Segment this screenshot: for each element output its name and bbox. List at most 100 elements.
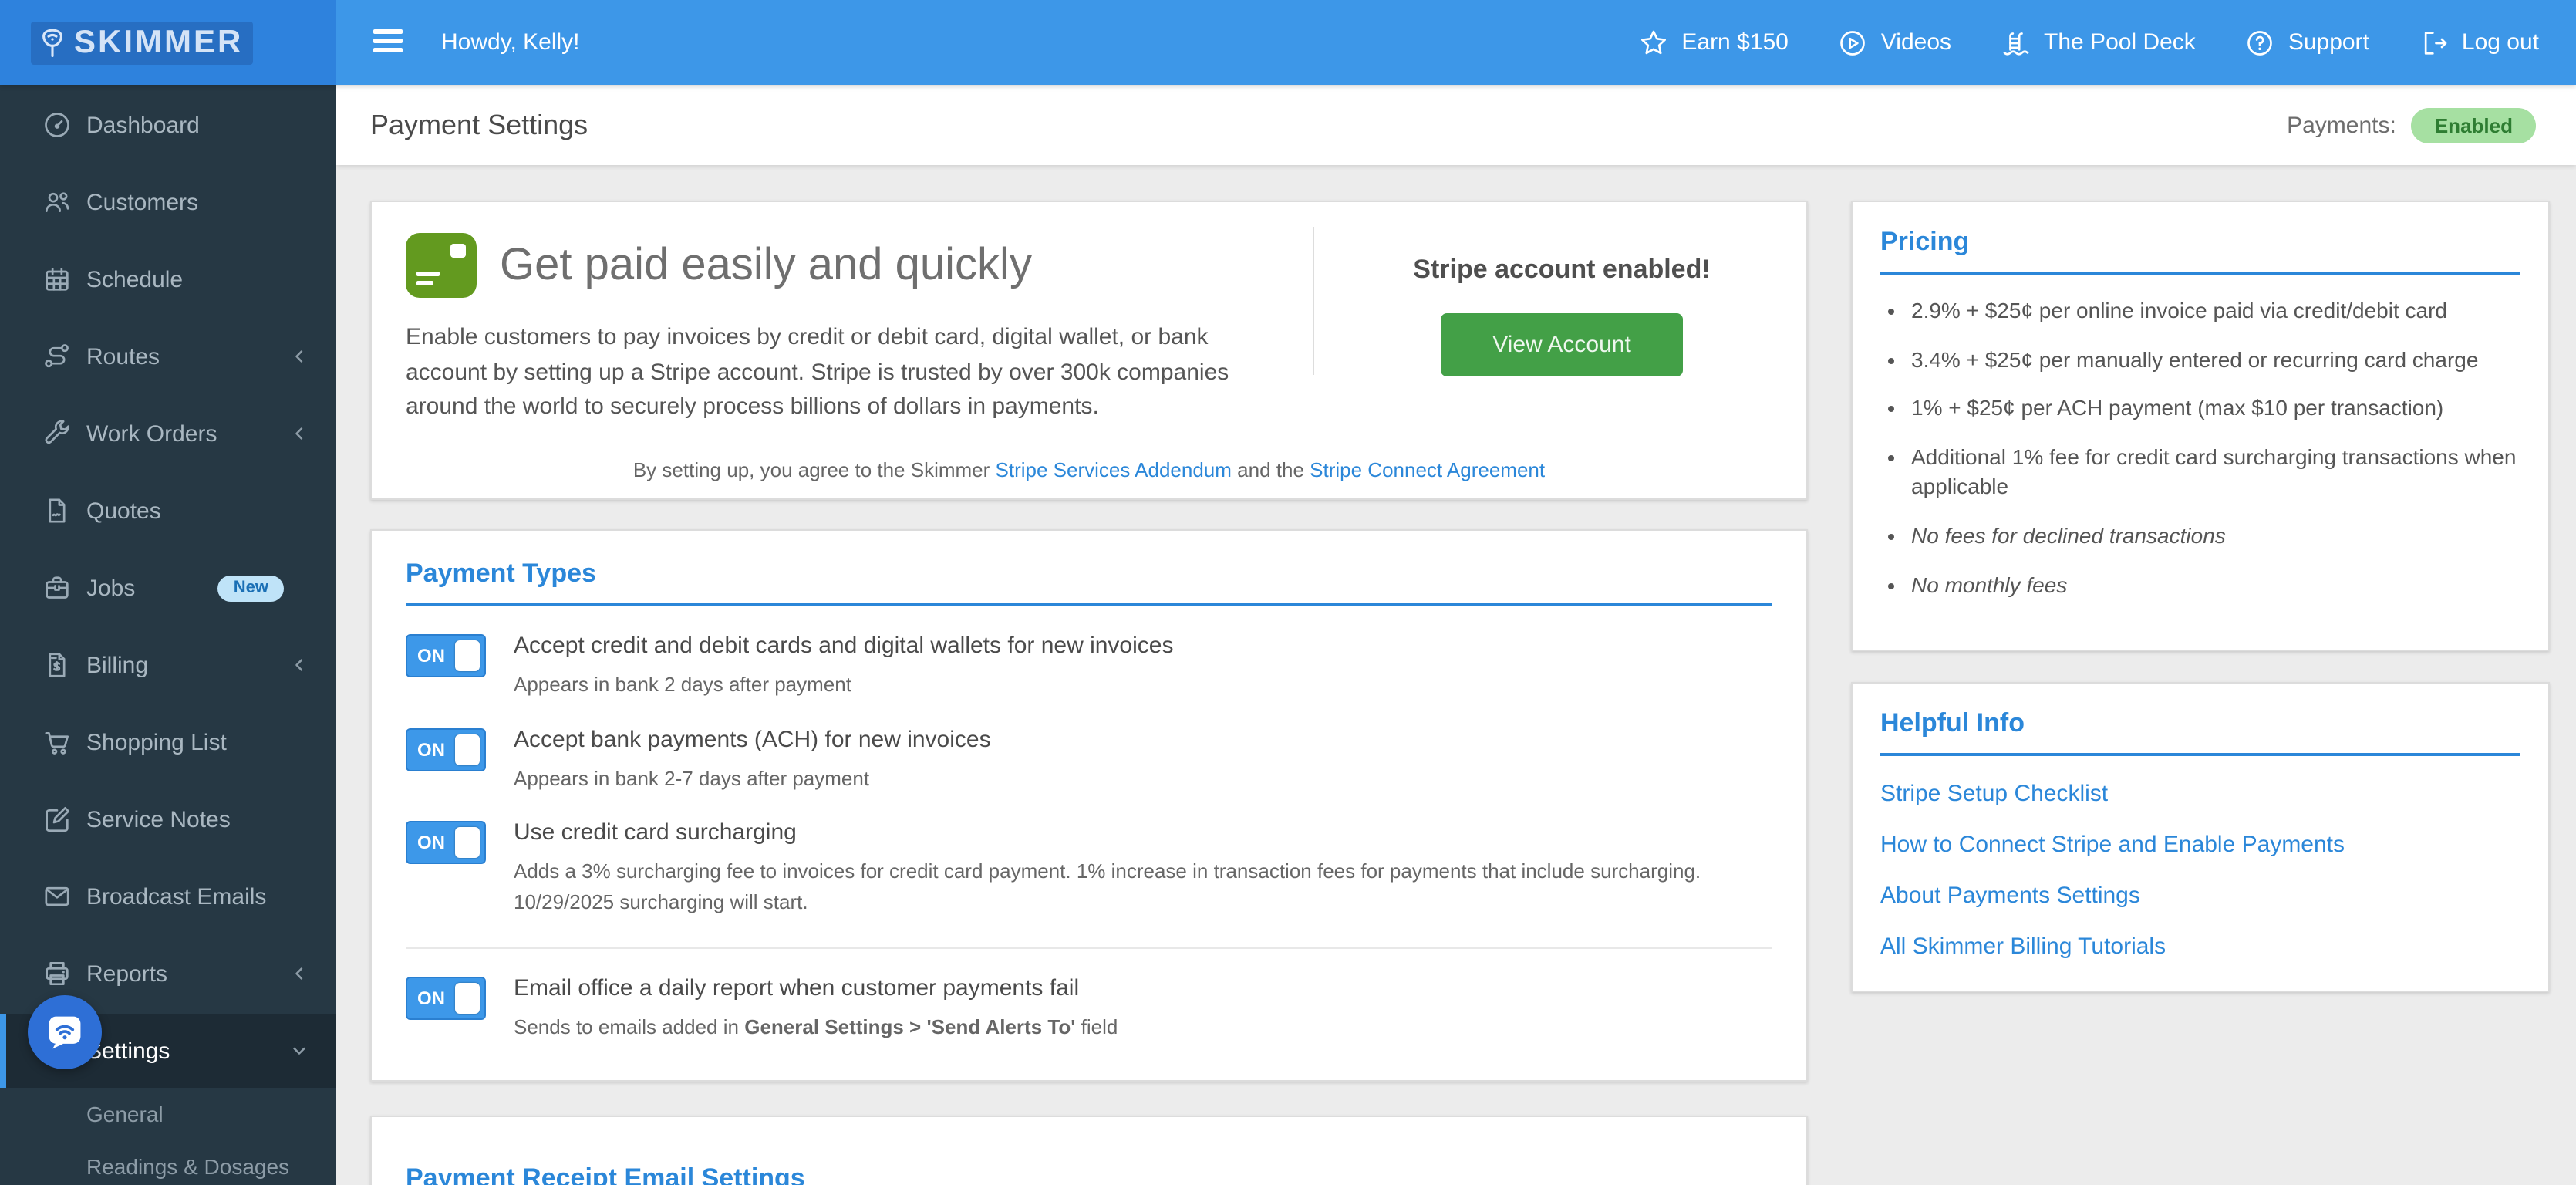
pool-ladder-icon xyxy=(2003,32,2029,55)
toggle-label: Accept credit and debit cards and digita… xyxy=(514,633,1174,659)
payment-type-row: ON Email office a daily report when cust… xyxy=(406,975,1772,1042)
chevron-left-icon xyxy=(288,423,310,444)
chat-launcher-button[interactable] xyxy=(28,995,102,1069)
help-circle-icon xyxy=(2247,30,2273,55)
skimmer-net-icon xyxy=(35,25,69,59)
pool-deck-button[interactable]: The Pool Deck xyxy=(2001,27,2196,58)
pricing-bullet: 3.4% + $25¢ per manually entered or recu… xyxy=(1911,345,2520,375)
stripe-connect-agreement-link[interactable]: Stripe Connect Agreement xyxy=(1310,458,1545,481)
hamburger-menu-icon[interactable] xyxy=(373,29,403,54)
page-header: Payment Settings Payments: Enabled xyxy=(336,85,2576,165)
toggle-label: Email office a daily report when custome… xyxy=(514,975,1080,1001)
cards-wallets-toggle[interactable]: ON xyxy=(406,634,486,677)
payment-type-row: ON Use credit card surcharging Adds a 3%… xyxy=(406,819,1772,917)
sidebar-subitem-readings-dosages[interactable]: Readings & Dosages xyxy=(0,1140,336,1185)
payment-type-row: ON Accept bank payments (ACH) for new in… xyxy=(406,726,1772,793)
pricing-bullet: 1% + $25¢ per ACH payment (max $10 per t… xyxy=(1911,393,2520,424)
row-divider xyxy=(406,947,1772,949)
pricing-heading: Pricing xyxy=(1880,227,1970,256)
credit-card-icon xyxy=(406,233,477,298)
stripe-services-addendum-link[interactable]: Stripe Services Addendum xyxy=(996,458,1232,481)
sidebar-item-jobs[interactable]: Jobs New xyxy=(0,551,336,625)
sidebar-item-shopping-list[interactable]: Shopping List xyxy=(0,705,336,779)
toggle-description: Sends to emails added in General Setting… xyxy=(514,1015,1118,1038)
section-divider xyxy=(1880,272,2520,275)
pricing-bullet: No fees for declined transactions xyxy=(1911,522,2520,552)
payment-types-heading: Payment Types xyxy=(406,559,596,588)
topbar-nav: Earn $150 Videos The Pool Deck Support L… xyxy=(1638,0,2539,85)
support-button[interactable]: Support xyxy=(2245,27,2369,58)
pricing-card: Pricing 2.9% + $25¢ per online invoice p… xyxy=(1851,201,2550,652)
sidebar-item-quotes[interactable]: Quotes xyxy=(0,474,336,548)
toggle-description: Appears in bank 2 days after payment xyxy=(514,673,851,696)
user-greeting: Howdy, Kelly! xyxy=(441,29,580,56)
section-divider xyxy=(406,603,1772,606)
quotes-icon xyxy=(42,495,72,526)
logout-button[interactable]: Log out xyxy=(2419,27,2539,58)
customers-icon xyxy=(42,187,72,218)
toggle-description: Adds a 3% surcharging fee to invoices fo… xyxy=(514,859,1701,913)
billing-icon xyxy=(42,650,72,680)
logout-icon xyxy=(2424,31,2447,54)
stripe-card: Get paid easily and quickly Enable custo… xyxy=(370,201,1808,500)
payment-types-card: Payment Types ON Accept credit and debit… xyxy=(370,529,1808,1081)
surcharging-toggle[interactable]: ON xyxy=(406,821,486,864)
service-notes-icon xyxy=(42,804,72,835)
chevron-left-icon xyxy=(288,654,310,676)
reports-icon xyxy=(42,958,72,989)
sidebar-item-service-notes[interactable]: Service Notes xyxy=(0,782,336,856)
pricing-bullet: 2.9% + $25¢ per online invoice paid via … xyxy=(1911,296,2520,326)
pricing-bullet: Additional 1% fee for credit card surcha… xyxy=(1911,443,2520,503)
earn-150-button[interactable]: Earn $150 xyxy=(1638,27,1789,58)
stripe-setup-checklist-link[interactable]: Stripe Setup Checklist xyxy=(1880,781,2520,807)
work-orders-icon xyxy=(42,418,72,449)
sidebar-item-broadcast-emails[interactable]: Broadcast Emails xyxy=(0,859,336,933)
toggle-label: Use credit card surcharging xyxy=(514,819,797,846)
stripe-status-text: Stripe account enabled! xyxy=(1413,255,1711,284)
page-title: Payment Settings xyxy=(370,109,588,140)
section-divider xyxy=(1880,753,2520,757)
star-icon xyxy=(1641,29,1667,54)
pricing-list: 2.9% + $25¢ per online invoice paid via … xyxy=(1880,296,2520,600)
ach-toggle[interactable]: ON xyxy=(406,728,486,771)
pricing-bullet: No monthly fees xyxy=(1911,570,2520,600)
billing-tutorials-link[interactable]: All Skimmer Billing Tutorials xyxy=(1880,933,2520,960)
chevron-left-icon xyxy=(288,346,310,367)
sidebar-item-customers[interactable]: Customers xyxy=(0,165,336,239)
sidebar-item-work-orders[interactable]: Work Orders xyxy=(0,397,336,471)
stripe-card-title: Get paid easily and quickly xyxy=(500,240,1032,289)
jobs-icon xyxy=(42,572,72,603)
payment-receipt-heading: Payment Receipt Email Settings xyxy=(406,1163,805,1185)
logo-text: SKIMMER xyxy=(74,24,244,59)
schedule-icon xyxy=(42,264,72,295)
chevron-left-icon xyxy=(288,963,310,984)
shopping-list-icon xyxy=(42,727,72,758)
routes-icon xyxy=(42,341,72,372)
helpful-info-card: Helpful Info Stripe Setup Checklist How … xyxy=(1851,682,2550,993)
agreement-text: By setting up, you agree to the Skimmer … xyxy=(632,458,1546,481)
broadcast-emails-icon xyxy=(42,881,72,912)
payment-receipt-card: Payment Receipt Email Settings xyxy=(370,1115,1808,1185)
view-account-button[interactable]: View Account xyxy=(1440,313,1684,376)
topbar: SKIMMER Howdy, Kelly! Earn $150 Videos T… xyxy=(0,0,2576,85)
sidebar-item-routes[interactable]: Routes xyxy=(0,319,336,393)
helpful-info-heading: Helpful Info xyxy=(1880,708,2025,738)
skimmer-logo[interactable]: SKIMMER xyxy=(31,21,253,64)
videos-button[interactable]: Videos xyxy=(1838,27,1951,58)
chat-bubble-icon xyxy=(49,1016,81,1049)
stripe-card-description: Enable customers to pay invoices by cred… xyxy=(406,324,1229,420)
main-content: Get paid easily and quickly Enable custo… xyxy=(336,165,2576,1185)
sidebar-item-billing[interactable]: Billing xyxy=(0,628,336,702)
logo-area: SKIMMER xyxy=(0,0,336,85)
sidebar-item-dashboard[interactable]: Dashboard xyxy=(0,88,336,162)
about-payments-settings-link[interactable]: About Payments Settings xyxy=(1880,883,2520,909)
new-badge: New xyxy=(217,575,284,601)
sidebar-subitem-general[interactable]: General xyxy=(0,1088,336,1140)
payments-status-badge: Enabled xyxy=(2411,107,2536,143)
dashboard-icon xyxy=(42,110,72,140)
payment-type-row: ON Accept credit and debit cards and dig… xyxy=(406,633,1772,700)
connect-stripe-link[interactable]: How to Connect Stripe and Enable Payment… xyxy=(1880,832,2520,858)
sidebar-item-schedule[interactable]: Schedule xyxy=(0,242,336,316)
payments-label: Payments: xyxy=(2287,112,2396,138)
failed-payments-email-toggle[interactable]: ON xyxy=(406,977,486,1020)
